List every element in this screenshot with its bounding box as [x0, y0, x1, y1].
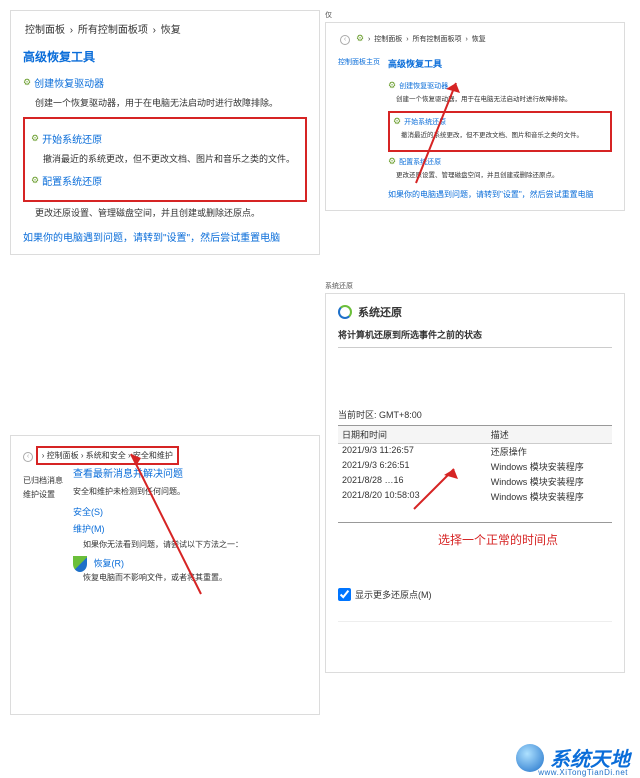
- table-row[interactable]: 2021/8/28 …16Windows 模块安装程序: [338, 474, 612, 489]
- note: 如果你的电脑遇到问题，请转到"设置"，然后尝试重置电脑: [23, 229, 307, 244]
- recovery-panel-large: 控制面板 › 所有控制面板项 › 恢复 高级恢复工具 创建恢复驱动器 创建一个恢…: [10, 10, 320, 255]
- crumb-control-panel[interactable]: 控制面板: [25, 25, 65, 36]
- table-row[interactable]: 2021/8/20 10:58:03Windows 模块安装程序: [338, 489, 612, 504]
- system-restore-wrapper: 系统还原 系统还原 将计算机还原到所选事件之前的状态 当前时区: GMT+8:0…: [325, 281, 625, 673]
- recovery-panel-small: ‹ › 控制面板 › 所有控制面板项 › 恢复 控制面板主页 高级恢复工具 创建…: [325, 22, 625, 211]
- annotation-text: 选择一个正常的时间点: [438, 531, 612, 548]
- link-desc: 创建一个恢复驱动器，用于在电脑无法启动时进行故障排除。: [35, 96, 307, 109]
- link-create-recovery-drive[interactable]: 创建恢复驱动器: [23, 75, 307, 90]
- maintenance-section[interactable]: 维护(M): [73, 522, 307, 535]
- back-icon[interactable]: ‹: [23, 452, 33, 462]
- link-desc: 撤消最近的系统更改，但不更改文档、图片和音乐之类的文件。: [43, 152, 299, 165]
- section-title: 高级恢复工具: [23, 48, 307, 65]
- main-desc: 安全和维护未检测到任何问题。: [73, 486, 307, 497]
- link-desc: 更改还原设置、管理磁盘空间，并且创建或删除还原点。: [396, 169, 612, 179]
- col-desc[interactable]: 描述: [487, 426, 612, 443]
- dialog-title: 系统还原: [358, 304, 402, 320]
- checkbox-input[interactable]: [338, 588, 351, 601]
- gear-icon: [356, 36, 364, 43]
- gear-icon: [393, 116, 401, 127]
- recovery-panel-small-wrapper: 仅 ‹ › 控制面板 › 所有控制面板项 › 恢复 控制面板主页 高级恢复工具 …: [325, 10, 625, 211]
- gear-icon: [31, 175, 39, 186]
- link-start-system-restore[interactable]: 开始系统还原: [31, 131, 299, 146]
- gear-icon: [388, 156, 396, 167]
- restore-points-table: 日期和时间 描述 2021/9/3 11:26:57还原操作 2021/9/3 …: [338, 425, 612, 523]
- back-icon[interactable]: ‹: [340, 35, 350, 45]
- breadcrumb: 控制面板 › 所有控制面板项 › 恢复: [23, 21, 307, 36]
- highlight-box: 开始系统还原 撤消最近的系统更改，但不更改文档、图片和音乐之类的文件。 配置系统…: [23, 117, 307, 202]
- dialog-subtitle: 将计算机还原到所选事件之前的状态: [338, 328, 612, 348]
- link-configure-restore[interactable]: 配置系统还原: [31, 173, 299, 188]
- nav-label: 系统还原: [325, 281, 625, 291]
- shield-icon: [73, 556, 87, 572]
- watermark-url: www.XiTongTianDi.net: [538, 768, 628, 777]
- recovery-link[interactable]: 恢复(R): [94, 558, 125, 568]
- sub-note: 如果你无法看到问题，请尝试以下方法之一：: [83, 539, 307, 550]
- table-row[interactable]: 2021/9/3 6:26:51Windows 模块安装程序: [338, 459, 612, 474]
- highlight-box: 开始系统还原 撤消最近的系统更改，但不更改文档、图片和音乐之类的文件。: [388, 111, 612, 152]
- link-create-recovery-drive[interactable]: 创建恢复驱动器: [388, 80, 448, 91]
- gear-icon: [23, 77, 31, 88]
- nav-label: 仅: [325, 10, 625, 20]
- breadcrumb: ‹ › 控制面板 › 所有控制面板项 › 恢复: [338, 33, 612, 45]
- col-datetime[interactable]: 日期和时间: [338, 426, 487, 443]
- link-configure-restore[interactable]: 配置系统还原: [388, 156, 441, 167]
- restore-icon: [338, 305, 352, 319]
- link-desc: 创建一个恢复驱动器，用于在电脑无法启动时进行故障排除。: [396, 93, 612, 103]
- gear-icon: [388, 80, 396, 91]
- checkbox-label: 显示更多还原点(M): [355, 588, 432, 601]
- page-title: 查看最新消息并解决问题: [73, 465, 307, 480]
- timezone-label: 当前时区: GMT+8:00: [338, 408, 612, 421]
- recovery-desc: 恢复电脑而不影响文件，或者将其重置。: [83, 572, 307, 583]
- section-title: 高级恢复工具: [388, 57, 612, 70]
- gear-icon: [31, 133, 39, 144]
- table-header: 日期和时间 描述: [338, 426, 612, 444]
- link-desc: 更改还原设置、管理磁盘空间，并且创建或删除还原点。: [35, 206, 307, 219]
- crumb-recovery: 恢复: [161, 25, 181, 36]
- link-desc: 撤消最近的系统更改，但不更改文档、图片和音乐之类的文件。: [401, 129, 607, 139]
- link-start-system-restore[interactable]: 开始系统还原: [393, 116, 446, 127]
- breadcrumb-highlight: › 控制面板 › 系统和安全 › 安全和维护: [36, 446, 179, 465]
- crumb-all-items[interactable]: 所有控制面板项: [78, 25, 148, 36]
- show-more-checkbox[interactable]: 显示更多还原点(M): [338, 588, 612, 601]
- system-restore-dialog: 系统还原 将计算机还原到所选事件之前的状态 当前时区: GMT+8:00 日期和…: [325, 293, 625, 673]
- security-section[interactable]: 安全(S): [73, 505, 307, 518]
- table-row[interactable]: 2021/9/3 11:26:57还原操作: [338, 444, 612, 459]
- note: 如果你的电脑遇到问题，请转到"设置"，然后尝试重置电脑: [388, 189, 612, 200]
- security-maintenance-panel: ‹ › 控制面板 › 系统和安全 › 安全和维护 已归档消息 维护设置 查看最新…: [10, 435, 320, 715]
